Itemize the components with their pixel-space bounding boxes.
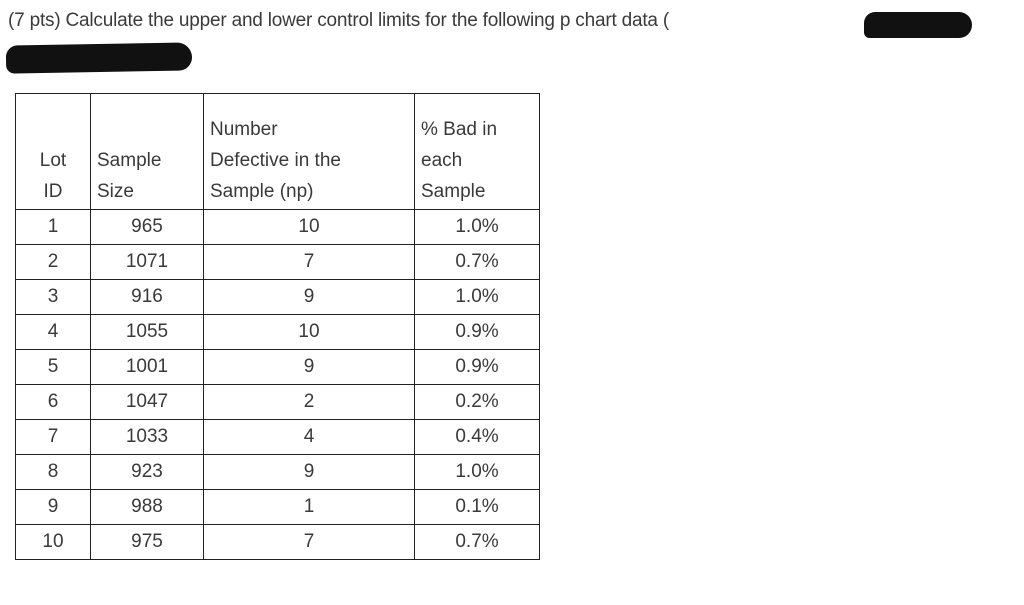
cell-number-defective: 7	[203, 524, 415, 560]
cell-number-defective: 9	[203, 349, 415, 385]
cell-number-defective: 7	[203, 244, 415, 280]
p-chart-data-table: Lot ID Sample Size Number Defective in t…	[15, 93, 540, 560]
cell-sample-size: 988	[90, 489, 204, 525]
cell-pct-bad: 0.4%	[414, 419, 540, 455]
cell-number-defective: 10	[203, 209, 415, 245]
cell-lot-id: 2	[15, 244, 91, 280]
table-row: 4 1055 10 0.9%	[15, 314, 540, 350]
cell-number-defective: 9	[203, 279, 415, 315]
table-row: 2 1071 7 0.7%	[15, 244, 540, 280]
cell-lot-id: 6	[15, 384, 91, 420]
cell-sample-size: 975	[90, 524, 204, 560]
table-row: 8 923 9 1.0%	[15, 454, 540, 490]
table-row: 9 988 1 0.1%	[15, 489, 540, 525]
cell-pct-bad: 0.1%	[414, 489, 540, 525]
cell-lot-id: 7	[15, 419, 91, 455]
cell-sample-size: 923	[90, 454, 204, 490]
cell-sample-size: 1071	[90, 244, 204, 280]
cell-lot-id: 8	[15, 454, 91, 490]
cell-pct-bad: 0.9%	[414, 349, 540, 385]
table-row: 10 975 7 0.7%	[15, 524, 540, 560]
cell-sample-size: 1033	[90, 419, 204, 455]
cell-sample-size: 1047	[90, 384, 204, 420]
table-row: 1 965 10 1.0%	[15, 209, 540, 245]
cell-sample-size: 916	[90, 279, 204, 315]
cell-pct-bad: 1.0%	[414, 279, 540, 315]
cell-lot-id: 3	[15, 279, 91, 315]
cell-lot-id: 9	[15, 489, 91, 525]
cell-lot-id: 10	[15, 524, 91, 560]
cell-pct-bad: 0.2%	[414, 384, 540, 420]
cell-lot-id: 5	[15, 349, 91, 385]
cell-pct-bad: 0.7%	[414, 244, 540, 280]
cell-number-defective: 1	[203, 489, 415, 525]
table-header-row: Lot ID Sample Size Number Defective in t…	[15, 93, 540, 210]
table-row: 3 916 9 1.0%	[15, 279, 540, 315]
redaction-mark	[5, 42, 193, 74]
question-text: (7 pts) Calculate the upper and lower co…	[8, 10, 669, 31]
cell-lot-id: 1	[15, 209, 91, 245]
cell-number-defective: 4	[203, 419, 415, 455]
cell-pct-bad: 1.0%	[414, 209, 540, 245]
cell-number-defective: 10	[203, 314, 415, 350]
cell-pct-bad: 0.7%	[414, 524, 540, 560]
header-lot-id: Lot ID	[15, 93, 91, 210]
cell-pct-bad: 0.9%	[414, 314, 540, 350]
table-row: 7 1033 4 0.4%	[15, 419, 540, 455]
header-number-defective: Number Defective in the Sample (np)	[203, 93, 415, 210]
cell-sample-size: 1001	[90, 349, 204, 385]
header-sample-size: Sample Size	[90, 93, 204, 210]
redaction-mark	[864, 12, 972, 38]
cell-sample-size: 965	[90, 209, 204, 245]
cell-lot-id: 4	[15, 314, 91, 350]
table-row: 6 1047 2 0.2%	[15, 384, 540, 420]
table-row: 5 1001 9 0.9%	[15, 349, 540, 385]
cell-number-defective: 2	[203, 384, 415, 420]
cell-number-defective: 9	[203, 454, 415, 490]
cell-sample-size: 1055	[90, 314, 204, 350]
cell-pct-bad: 1.0%	[414, 454, 540, 490]
header-pct-bad: % Bad in each Sample	[414, 93, 540, 210]
